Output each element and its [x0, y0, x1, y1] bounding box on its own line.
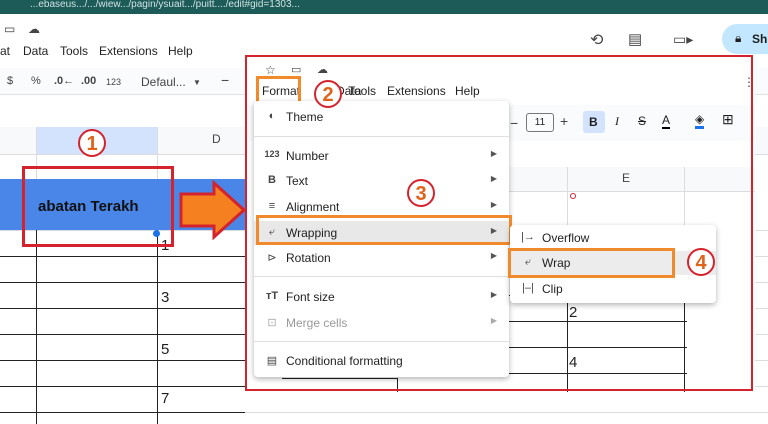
step-1-badge: 1 — [78, 129, 106, 157]
menu-label: Theme — [286, 110, 324, 124]
borders-icon[interactable]: ⊞ — [722, 111, 734, 128]
percent-button[interactable]: % — [31, 75, 41, 87]
font-select[interactable]: Defaul... — [141, 75, 186, 89]
menu-item-text[interactable]: B Text ▶ — [254, 169, 509, 193]
menu-label: Alignment — [286, 200, 340, 214]
increase-decimal-button[interactable]: .00 — [81, 75, 96, 87]
menu-label: Rotation — [286, 251, 331, 265]
cursor-dot — [570, 193, 576, 199]
folder-icon[interactable]: ▭ — [291, 63, 301, 76]
more-icon[interactable]: ⋮ — [743, 75, 755, 89]
browser-url-strip: ...ebaseus.../.../wiew.../pagin/ysuait..… — [0, 0, 768, 14]
share-label: Sh — [752, 32, 768, 46]
cell-value[interactable]: 4 — [569, 354, 577, 371]
menu-item-merge-cells: ⊡ Merge cells ▶ — [254, 311, 509, 335]
inner-column-header — [507, 167, 755, 192]
cloud-icon: ☁ — [28, 22, 40, 36]
table-border — [157, 230, 158, 424]
menu-label: Conditional formatting — [286, 354, 403, 368]
menu-item-number[interactable]: 123 Number ▶ — [254, 144, 509, 168]
cell-value[interactable]: 5 — [161, 341, 169, 358]
strikethrough-icon[interactable]: S — [638, 114, 646, 128]
step-2-badge: 2 — [314, 80, 342, 108]
table-border — [507, 347, 687, 348]
menu-item-font-size[interactable]: тT Font size ▶ — [254, 285, 509, 309]
table-border — [397, 378, 398, 392]
font-size-input[interactable]: 11 — [526, 113, 554, 132]
merge-cells-icon: ⊡ — [267, 317, 277, 329]
menu-label: Text — [286, 174, 309, 188]
step-3-badge: 3 — [407, 179, 435, 207]
number-icon: 123 — [264, 149, 280, 159]
bold-icon: B — [589, 115, 598, 129]
font-size-decrease[interactable]: − — [221, 72, 229, 88]
font-size-icon: тT — [265, 290, 279, 302]
table-border — [507, 373, 687, 374]
comment-icon[interactable]: ▤ — [628, 30, 642, 48]
submenu-arrow-icon: ▶ — [490, 149, 497, 158]
share-button[interactable]: 🔒︎ Sh — [722, 24, 768, 54]
menu-label: Merge cells — [286, 316, 348, 330]
step-1-highlight — [22, 166, 174, 247]
theme-icon: ◐ — [268, 110, 276, 122]
text-color-icon[interactable]: A — [662, 113, 671, 129]
history-icon[interactable]: ⟲ — [590, 30, 603, 50]
meet-icon[interactable]: ▭▸ — [673, 31, 693, 48]
inner-menu-help[interactable]: Help — [455, 84, 480, 98]
step-2-highlight — [256, 76, 301, 104]
menu-tools[interactable]: Tools — [60, 44, 88, 58]
submenu-arrow-icon: ▶ — [490, 316, 497, 325]
decrease-decimal-button[interactable]: .0← — [54, 75, 74, 87]
bold-button[interactable]: B — [583, 111, 605, 133]
cell-value[interactable]: 7 — [161, 390, 169, 407]
table-border — [282, 378, 398, 379]
menu-help[interactable]: Help — [168, 44, 193, 58]
menu-label: Font size — [286, 290, 335, 304]
menu-format-partial[interactable]: at — [0, 44, 10, 58]
inner-menu-tools[interactable]: Tools — [348, 84, 376, 98]
submenu-arrow-icon: ▶ — [490, 251, 497, 260]
menu-item-theme[interactable]: ◐ Theme — [254, 105, 509, 129]
menu-item-rotation[interactable]: ⊳ Rotation ▶ — [254, 246, 509, 270]
text-icon: B — [268, 174, 276, 186]
fill-color-icon[interactable]: ◈ — [695, 112, 705, 129]
inner-menu-extensions[interactable]: Extensions — [387, 84, 446, 98]
italic-icon[interactable]: I — [615, 114, 619, 129]
drive-icon[interactable]: ▭ — [4, 22, 15, 36]
menu-label: Number — [286, 149, 329, 163]
alignment-icon: ≡ — [268, 200, 276, 212]
menu-divider — [254, 136, 509, 137]
submenu-arrow-icon: ▶ — [490, 174, 497, 183]
table-border — [36, 230, 37, 424]
menu-divider — [254, 276, 509, 277]
step-3-highlight — [256, 215, 512, 245]
step-4-badge: 4 — [687, 248, 715, 276]
chevron-down-icon[interactable]: ▼ — [193, 78, 201, 87]
column-e-label[interactable]: E — [622, 171, 630, 185]
menu-item-conditional-formatting[interactable]: ▤ Conditional formatting — [254, 349, 509, 373]
star-icon[interactable]: ☆ — [265, 63, 276, 77]
arrow-icon — [179, 180, 247, 240]
menu-data[interactable]: Data — [23, 44, 48, 58]
cell-value[interactable]: 3 — [161, 289, 169, 306]
inner-screenshot: E 2 4 6 ☆ ▭ ☁ Format Data Tools Extensio… — [247, 55, 755, 392]
table-border — [567, 295, 568, 392]
lock-icon: 🔒︎ — [735, 31, 742, 45]
number-format-button[interactable]: 123 — [106, 77, 121, 87]
conditional-formatting-icon: ▤ — [266, 355, 278, 367]
font-decrease-icon[interactable]: − — [510, 115, 518, 131]
menu-divider — [254, 341, 509, 342]
table-border — [507, 321, 687, 322]
menu-extensions[interactable]: Extensions — [99, 44, 158, 58]
submenu-arrow-icon: ▶ — [490, 200, 497, 209]
column-d-label[interactable]: D — [212, 132, 221, 146]
url-fragment: ...ebaseus.../.../wiew.../pagin/ysuait..… — [30, 0, 300, 10]
cell-value[interactable]: 2 — [569, 304, 577, 321]
table-border — [684, 295, 685, 392]
rotation-icon: ⊳ — [267, 252, 277, 264]
cloud-icon: ☁ — [317, 64, 328, 76]
font-increase-icon[interactable]: + — [560, 113, 568, 129]
submenu-arrow-icon: ▶ — [490, 290, 497, 299]
currency-button[interactable]: $ — [7, 75, 13, 87]
